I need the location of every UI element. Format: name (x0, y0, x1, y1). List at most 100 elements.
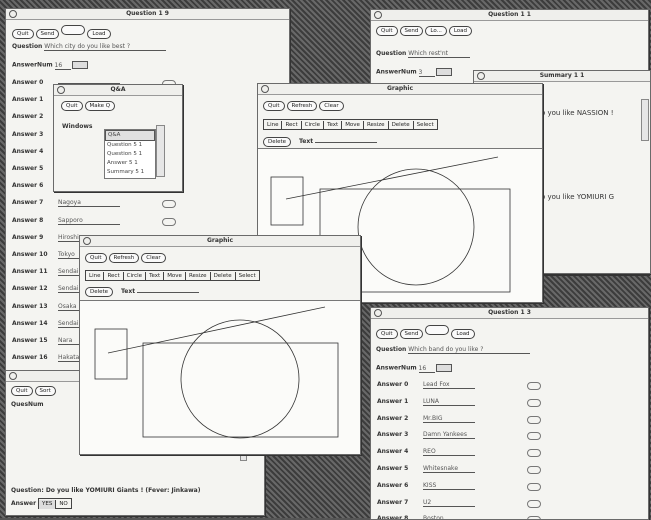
window-menu-icon[interactable] (374, 11, 382, 19)
make-q-button[interactable]: Make Q (84, 101, 116, 111)
load-button[interactable]: Load (451, 329, 475, 339)
answernum-field[interactable]: 16 (418, 365, 435, 373)
answer-toggle[interactable] (527, 482, 541, 491)
tool-resize[interactable]: Resize (186, 272, 211, 281)
tool-text[interactable]: Text (324, 121, 343, 130)
answer-toggle[interactable] (527, 382, 541, 390)
quit-button[interactable]: Quit (376, 329, 398, 339)
qa-titlebar[interactable]: Q&A (54, 85, 182, 96)
question-11-titlebar[interactable]: Question 1 1 (371, 10, 648, 21)
window-menu-icon[interactable] (9, 372, 17, 380)
answer-field[interactable]: Nagoya (58, 199, 120, 208)
send-button[interactable]: Send (35, 29, 60, 39)
sort-button[interactable]: Sort (34, 386, 56, 396)
send-button[interactable]: Send (399, 329, 424, 339)
send-button[interactable]: Send (399, 26, 424, 36)
tool-move[interactable]: Move (164, 272, 186, 281)
answer-toggle[interactable] (162, 217, 176, 226)
lo-button[interactable]: Lo... (425, 26, 447, 36)
answer-toggle[interactable] (527, 449, 541, 458)
tool-select[interactable]: Select (236, 272, 259, 281)
windows-scrollbar[interactable] (156, 125, 165, 177)
refresh-button[interactable]: Refresh (108, 253, 140, 263)
tool-select[interactable]: Select (414, 121, 437, 130)
summary-11-titlebar[interactable]: Summary 1 1 (474, 71, 650, 82)
tool-rect[interactable]: Rect (104, 272, 124, 281)
windows-list[interactable]: Q&A Question 5 1 Question 5 1 Answer 5 1… (104, 129, 156, 179)
tool-text[interactable]: Text (146, 272, 165, 281)
window-menu-icon[interactable] (57, 86, 65, 94)
question-field[interactable]: Which city do you like best ? (44, 43, 167, 51)
tool-selector[interactable]: Line Rect Circle Text Move Resize Delete Select (85, 270, 260, 281)
answernum-field[interactable]: 3 (418, 69, 435, 77)
quit-button[interactable]: Quit (85, 253, 107, 263)
answer-field[interactable]: REO (423, 448, 475, 457)
quit-button[interactable]: Quit (11, 386, 33, 396)
answernum-stepper[interactable] (436, 68, 453, 76)
answer-field[interactable]: Whitesnake (423, 465, 475, 473)
blank-button[interactable] (61, 25, 86, 35)
drawing-canvas[interactable] (80, 300, 360, 454)
window-menu-icon[interactable] (83, 237, 91, 245)
answernum-stepper[interactable] (436, 364, 453, 372)
summary-scrollbar[interactable] (641, 99, 649, 141)
answer-field[interactable]: LUNA (423, 398, 475, 406)
window-menu-icon[interactable] (9, 10, 17, 18)
tool-line[interactable]: Line (264, 121, 283, 130)
tool-circle[interactable]: Circle (302, 121, 325, 130)
text-field[interactable] (315, 142, 378, 143)
load-button[interactable]: Load (87, 29, 111, 39)
answer-toggle[interactable] (162, 200, 176, 209)
answer-field[interactable]: Damn Yankees (423, 431, 475, 440)
quit-button[interactable]: Quit (263, 101, 285, 111)
drawn-line[interactable] (285, 156, 499, 200)
window-menu-icon[interactable] (374, 309, 382, 317)
answer-toggle[interactable] (527, 499, 541, 508)
tool-selector[interactable]: Line Rect Circle Text Move Resize Delete Select (263, 119, 438, 130)
answer-field[interactable]: Lead Fox (423, 381, 475, 389)
answer-field[interactable]: Sapporo (58, 217, 120, 225)
answer-field[interactable]: U2 (423, 499, 475, 507)
graphic-front-titlebar[interactable]: Graphic (80, 236, 360, 247)
answer-toggle[interactable] (527, 415, 541, 424)
answer-no[interactable]: NO (56, 500, 70, 509)
clear-button[interactable]: Clear (319, 101, 344, 111)
quit-button[interactable]: Quit (12, 29, 34, 39)
question-19-titlebar[interactable]: Question 1 9 (6, 9, 289, 20)
text-field[interactable] (137, 292, 200, 293)
answer-yes[interactable]: YES (38, 500, 57, 509)
clear-button[interactable]: Clear (141, 253, 166, 263)
answer-field[interactable]: KISS (423, 482, 475, 490)
answernum-stepper[interactable] (72, 61, 89, 69)
windows-list-item[interactable]: Question 5 1 (105, 141, 155, 150)
graphic-back-titlebar[interactable]: Graphic (258, 84, 542, 95)
drawn-circle[interactable] (357, 168, 475, 286)
delete-button[interactable]: Delete (263, 137, 292, 147)
windows-list-item[interactable]: Answer 5 1 (105, 159, 155, 168)
answer-toggle[interactable] (527, 398, 541, 407)
tool-circle[interactable]: Circle (124, 272, 147, 281)
question-field[interactable]: Which rest'nt (408, 50, 471, 58)
tool-rect[interactable]: Rect (282, 121, 302, 130)
load-button[interactable]: Load (448, 26, 473, 36)
drawn-circle[interactable] (180, 319, 300, 439)
quit-button[interactable]: Quit (61, 101, 83, 111)
window-menu-icon[interactable] (477, 72, 485, 80)
tool-resize[interactable]: Resize (364, 121, 389, 130)
windows-list-item[interactable]: Question 5 1 (105, 150, 155, 159)
answer-field[interactable]: Mr.BIG (423, 415, 475, 423)
answer-toggle[interactable] (527, 466, 541, 474)
answer-toggle[interactable] (527, 516, 541, 519)
tool-delete[interactable]: Delete (389, 121, 414, 130)
drawn-small-rect[interactable] (270, 176, 304, 226)
question-field[interactable]: Which band do you like ? (408, 346, 531, 354)
drawn-line[interactable] (107, 306, 326, 354)
windows-list-item[interactable]: Q&A (105, 130, 155, 141)
answer-toggle[interactable] (527, 432, 541, 441)
refresh-button[interactable]: Refresh (286, 101, 318, 111)
blank-button[interactable] (425, 325, 450, 335)
windows-list-item[interactable]: Summary 5 1 (105, 168, 155, 177)
tool-delete[interactable]: Delete (211, 272, 236, 281)
tool-line[interactable]: Line (86, 272, 105, 281)
delete-button[interactable]: Delete (85, 287, 114, 297)
